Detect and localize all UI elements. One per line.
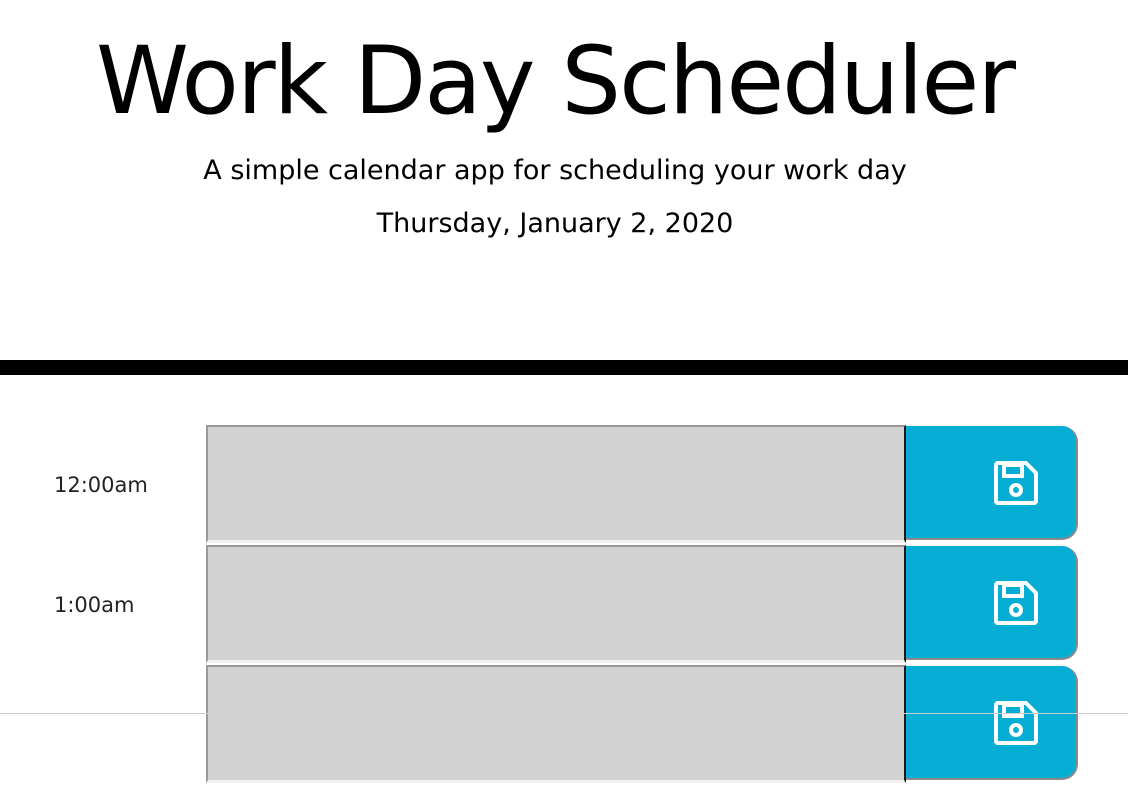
hour-label: 12:00am (54, 473, 148, 497)
hour-label: 1:00am (54, 593, 135, 617)
event-description-input[interactable] (206, 545, 906, 663)
save-button[interactable] (906, 666, 1078, 780)
floppy-disk-icon (994, 701, 1038, 745)
event-description-input[interactable] (206, 425, 906, 543)
page-title: Work Day Scheduler (96, 27, 1016, 136)
save-button[interactable] (906, 426, 1078, 540)
time-block-row: 12:00am (0, 425, 1128, 545)
floppy-disk-icon (994, 461, 1038, 505)
header-divider (0, 360, 1128, 375)
time-block-row: 1:00am (0, 545, 1128, 665)
time-block-row (0, 665, 1128, 785)
viewport-edge-line (0, 713, 1128, 714)
current-date: Thursday, January 2, 2020 (376, 208, 734, 239)
floppy-disk-icon (994, 581, 1038, 625)
save-button[interactable] (906, 546, 1078, 660)
header: Work Day Scheduler A simple calendar app… (0, 0, 1128, 360)
schedule-container: 12:00am 1:00am (0, 425, 1128, 785)
event-description-input[interactable] (206, 665, 906, 783)
page-subtitle: A simple calendar app for scheduling you… (203, 155, 907, 186)
